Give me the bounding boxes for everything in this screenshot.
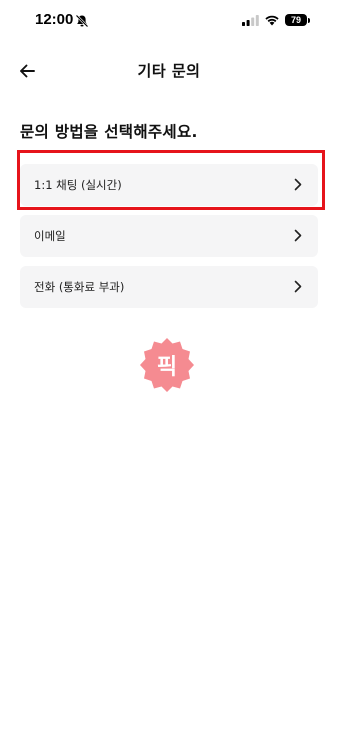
watermark-seal: 픽 [138, 336, 196, 394]
option-email[interactable]: 이메일 [20, 215, 318, 257]
section-heading: 문의 방법을 선택해주세요. [20, 123, 198, 141]
battery-tip [308, 18, 310, 23]
option-label: 이메일 [34, 229, 66, 243]
status-bar: 12:00 79 [0, 0, 338, 44]
signal-icon [242, 15, 259, 26]
battery-icon: 79 [285, 14, 307, 26]
chevron-right-icon [294, 229, 302, 242]
chevron-right-icon [294, 280, 302, 293]
option-phone[interactable]: 전화 (통화료 부과) [20, 266, 318, 308]
screen: 12:00 79 기타 문의 문의 방법을 선택해주세요. 1:1 채팅 (실시… [0, 0, 338, 730]
contact-method-list: 1:1 채팅 (실시간) 이메일 전화 (통화료 부과) [20, 164, 318, 317]
option-label: 전화 (통화료 부과) [34, 280, 125, 294]
page-title: 기타 문의 [137, 62, 201, 80]
wifi-icon [265, 15, 279, 26]
option-label: 1:1 채팅 (실시간) [34, 178, 122, 192]
bell-muted-icon [75, 14, 89, 28]
status-time: 12:00 [35, 11, 74, 28]
option-live-chat[interactable]: 1:1 채팅 (실시간) [20, 164, 318, 206]
battery-level: 79 [290, 15, 301, 25]
watermark-text: 픽 [156, 355, 178, 380]
header: 기타 문의 [0, 50, 338, 90]
chevron-right-icon [294, 178, 302, 191]
